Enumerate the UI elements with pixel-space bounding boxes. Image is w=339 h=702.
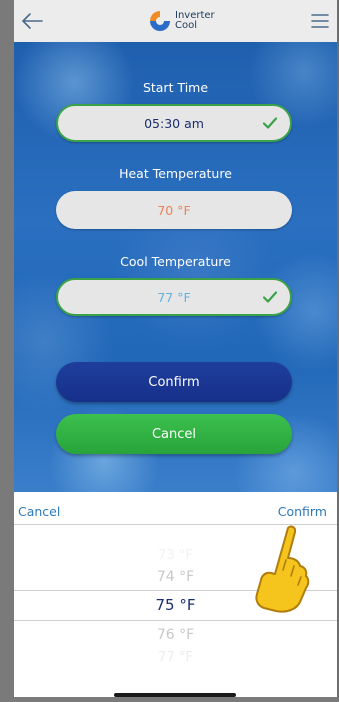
start-time-label: Start Time bbox=[142, 80, 209, 95]
device-frame-bottom bbox=[0, 697, 339, 702]
logo-icon bbox=[150, 11, 170, 31]
start-time-field[interactable]: 05:30 am bbox=[56, 104, 292, 142]
settings-panel: Start Time 05:30 am Heat Temperature 70 … bbox=[14, 42, 337, 492]
check-icon bbox=[262, 291, 278, 303]
logo-text-line2: Cool bbox=[175, 20, 197, 31]
picker-option[interactable]: 76 °F bbox=[14, 627, 337, 643]
cool-temperature-field[interactable]: 77 °F bbox=[56, 278, 292, 316]
app-logo: Inverter Cool bbox=[148, 8, 215, 34]
cancel-button[interactable]: Cancel bbox=[56, 414, 292, 454]
picker-confirm-link[interactable]: Confirm bbox=[278, 504, 327, 519]
arrow-left-icon[interactable] bbox=[20, 11, 44, 31]
device-frame-left bbox=[0, 0, 14, 702]
app-header: Inverter Cool bbox=[14, 0, 337, 43]
heat-temperature-value: 70 °F bbox=[157, 202, 191, 218]
pointing-hand-icon bbox=[255, 525, 310, 613]
cool-temperature-value: 77 °F bbox=[157, 289, 191, 305]
cool-temperature-label: Cool Temperature bbox=[120, 254, 231, 269]
picker-cancel-link[interactable]: Cancel bbox=[18, 504, 60, 519]
picker-selection-bottom-line bbox=[14, 620, 337, 621]
check-icon bbox=[262, 117, 278, 129]
heat-temperature-field[interactable]: 70 °F bbox=[56, 191, 292, 229]
confirm-button[interactable]: Confirm bbox=[56, 362, 292, 402]
start-time-value: 05:30 am bbox=[144, 115, 204, 131]
home-indicator bbox=[114, 693, 236, 697]
hamburger-menu-icon[interactable] bbox=[311, 13, 329, 29]
picker-option[interactable]: 77 °F bbox=[14, 650, 337, 665]
heat-temperature-label: Heat Temperature bbox=[119, 166, 232, 181]
